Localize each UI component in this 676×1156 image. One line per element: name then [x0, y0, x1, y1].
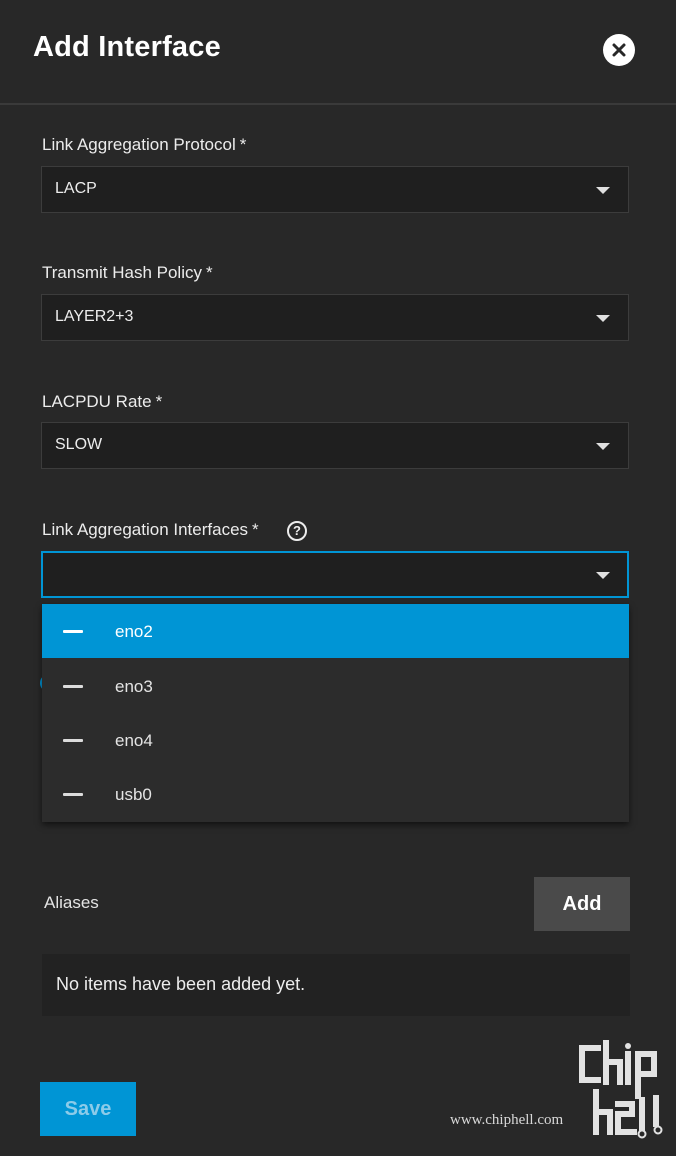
xmit-hash-select[interactable]: LAYER2+3 — [41, 294, 629, 341]
option-label: eno2 — [115, 622, 153, 641]
xmit-hash-label-text: Transmit Hash Policy — [42, 263, 202, 282]
chevron-down-icon — [596, 443, 610, 450]
close-icon — [612, 43, 626, 57]
lag-protocol-label: Link Aggregation Protocol * — [42, 135, 246, 155]
required-marker: * — [252, 520, 259, 539]
required-marker: * — [239, 135, 247, 154]
add-alias-button[interactable]: Add — [534, 877, 630, 931]
empty-state-text: No items have been added yet. — [56, 974, 306, 994]
option-eno2[interactable]: eno2 — [42, 604, 629, 658]
minus-icon — [63, 685, 83, 688]
lag-protocol-value: LACP — [55, 180, 97, 197]
chevron-down-icon — [596, 315, 610, 322]
chevron-down-icon — [596, 187, 610, 194]
chevron-down-icon — [596, 572, 610, 579]
lacpdu-rate-select[interactable]: SLOW — [41, 422, 629, 469]
option-eno4[interactable]: eno4 — [42, 713, 629, 767]
minus-icon — [63, 630, 83, 633]
chiphell-logo — [579, 1040, 663, 1139]
xmit-hash-label: Transmit Hash Policy * — [42, 263, 213, 283]
lag-interfaces-select[interactable] — [41, 551, 629, 598]
watermark-site-text: www.chiphell.com — [450, 1112, 564, 1128]
option-usb0[interactable]: usb0 — [42, 767, 629, 821]
minus-icon — [63, 739, 83, 742]
minus-icon — [63, 793, 83, 796]
required-marker: * — [205, 263, 213, 282]
option-label: eno3 — [115, 677, 153, 696]
option-label: usb0 — [115, 785, 152, 804]
aliases-label: Aliases — [44, 893, 99, 912]
option-label: eno4 — [115, 731, 153, 750]
xmit-hash-value: LAYER2+3 — [55, 308, 134, 325]
close-button[interactable] — [603, 34, 635, 66]
help-circle-icon[interactable]: ? — [287, 521, 307, 541]
lag-interfaces-label-text: Link Aggregation Interfaces — [42, 520, 249, 539]
lacpdu-rate-value: SLOW — [55, 436, 103, 453]
lag-protocol-select[interactable]: LACP — [41, 166, 629, 213]
lacpdu-rate-label-text: LACPDU Rate — [42, 392, 152, 411]
save-button[interactable]: Save — [40, 1082, 136, 1136]
lacpdu-rate-label: LACPDU Rate * — [42, 392, 162, 412]
lag-interfaces-dropdown: eno2 eno3 eno4 usb0 — [42, 604, 629, 822]
lag-protocol-label-text: Link Aggregation Protocol — [42, 135, 236, 154]
dialog-header: Add Interface — [0, 0, 676, 105]
dialog-title: Add Interface — [33, 31, 221, 63]
aliases-list: No items have been added yet. — [42, 954, 630, 1016]
lag-interfaces-label: Link Aggregation Interfaces * — [42, 520, 259, 540]
option-eno3[interactable]: eno3 — [42, 659, 629, 713]
required-marker: * — [155, 392, 163, 411]
